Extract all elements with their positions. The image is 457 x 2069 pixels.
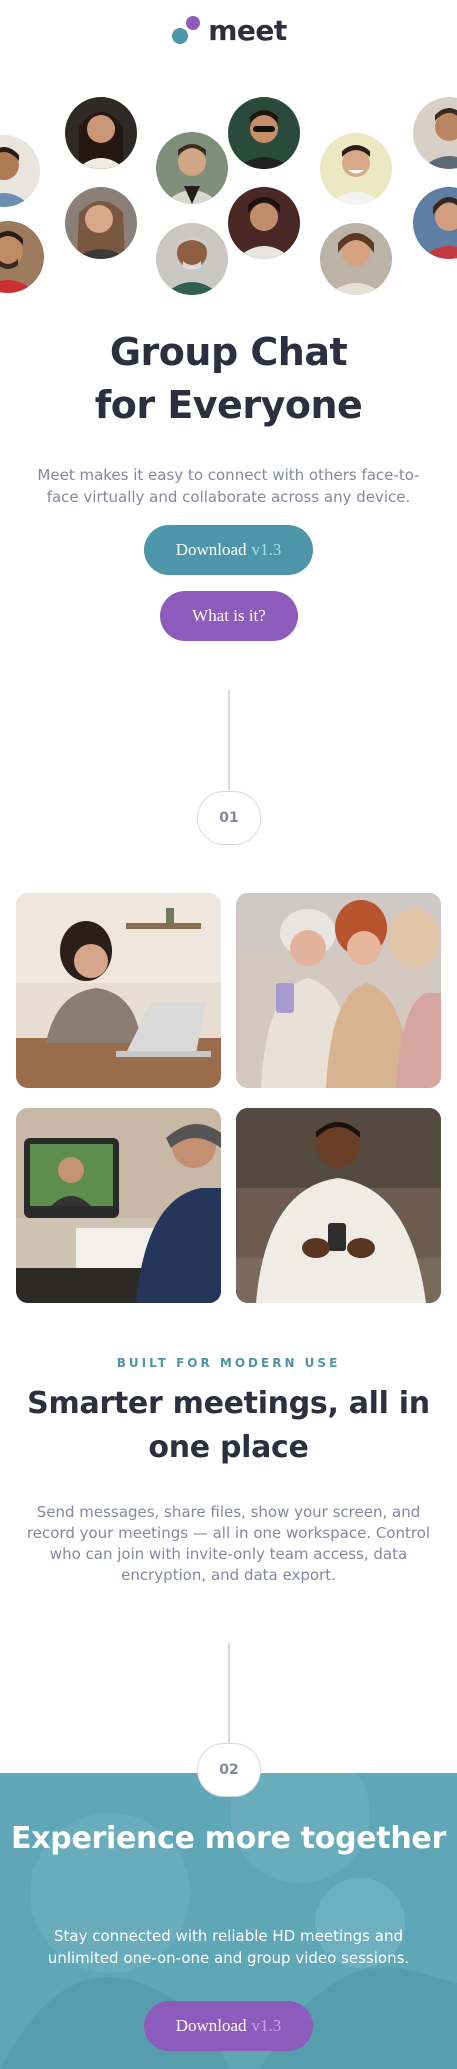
- avatar: [320, 223, 392, 295]
- cta-download-button[interactable]: Download v1.3: [144, 2001, 313, 2051]
- avatar: [228, 97, 300, 169]
- avatar: [320, 133, 392, 205]
- photo-video-call: [16, 1108, 221, 1303]
- photo-woman-laptop: [16, 893, 221, 1088]
- cta-title: Experience more together: [11, 1821, 446, 1856]
- avatar: [0, 135, 40, 207]
- avatar: [413, 97, 457, 169]
- cta-download-label: Download: [175, 2016, 247, 2035]
- features-eyebrow: BUILT FOR MODERN USE: [116, 1356, 341, 1370]
- divider-line: [228, 690, 230, 790]
- cta-download-version: v1.3: [251, 2016, 282, 2035]
- cta-section: Experience more together Stay connected …: [0, 1773, 457, 2069]
- hero-description: Meet makes it easy to connect with other…: [37, 466, 420, 506]
- avatar: [0, 221, 44, 293]
- avatar: [156, 223, 228, 295]
- hero-title-line2: for Everyone: [94, 383, 363, 427]
- photo-man-phone: [236, 1108, 441, 1303]
- avatar: [228, 187, 300, 259]
- avatar: [156, 132, 228, 204]
- avatar: [65, 97, 137, 169]
- download-button[interactable]: Download v1.3: [144, 525, 313, 575]
- brand-logo[interactable]: meet: [0, 16, 457, 46]
- avatar: [65, 187, 137, 259]
- what-is-it-button[interactable]: What is it?: [160, 591, 298, 641]
- hero-title-line1: Group Chat: [109, 330, 348, 374]
- step-number-badge: 02: [197, 1743, 261, 1797]
- logo-icon: [170, 16, 202, 46]
- cta-description: Stay connected with reliable HD meetings…: [47, 1927, 410, 1967]
- brand-name: meet: [208, 14, 287, 47]
- avatar: [413, 187, 457, 259]
- download-button-label: Download: [175, 540, 247, 559]
- download-version: v1.3: [251, 540, 282, 559]
- step-number-badge: 01: [197, 791, 261, 845]
- hero-title: Group Chat for Everyone: [0, 326, 457, 432]
- features-title: Smarter meetings, all in one place: [27, 1386, 430, 1465]
- what-is-it-label: What is it?: [192, 606, 266, 625]
- photo-women-phone: [236, 893, 441, 1088]
- avatar-cluster: [0, 95, 457, 295]
- features-description: Send messages, share files, show your sc…: [26, 1503, 431, 1584]
